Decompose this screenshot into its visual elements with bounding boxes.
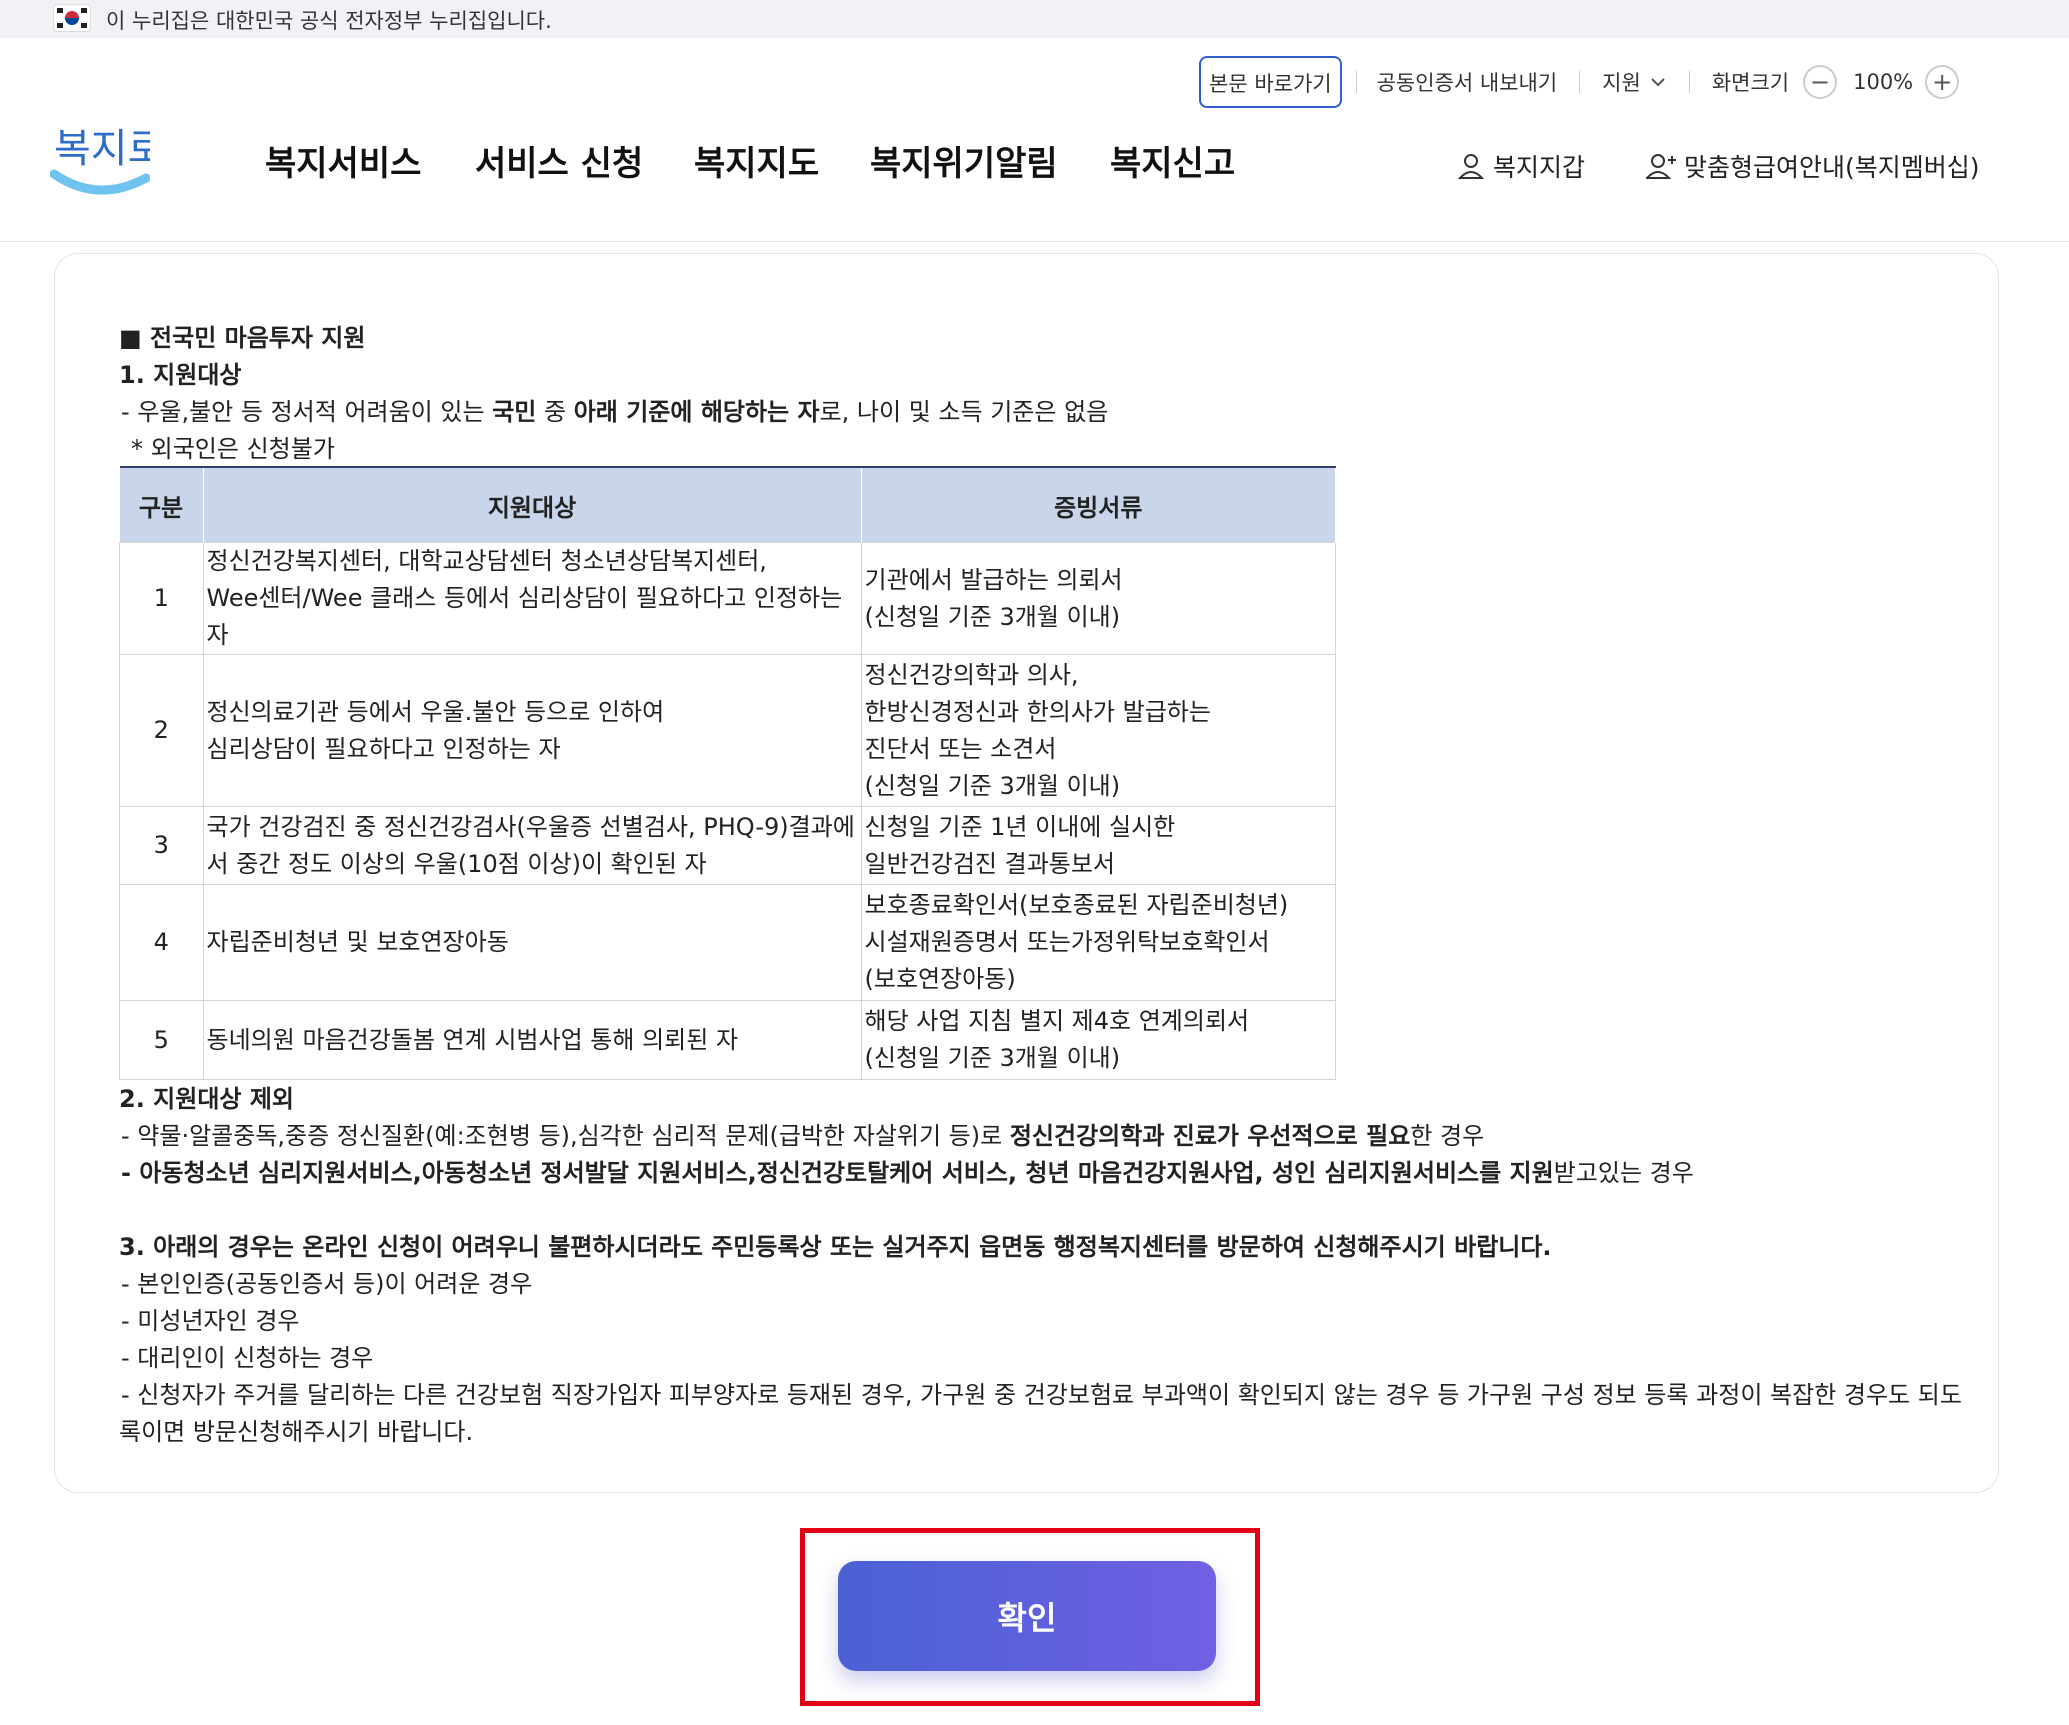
- s3-title: 3. 아래의 경우는 온라인 신청이 어려우니 불편하시더라도 주민등록상 또는…: [119, 1233, 1552, 1261]
- confirm-button[interactable]: 확인: [838, 1561, 1216, 1671]
- section-title: ■ 전국민 마음투자 지원: [119, 324, 366, 352]
- nav-welfare-service[interactable]: 복지서비스: [265, 136, 421, 185]
- gov-banner-text: 이 누리집은 대한민국 공식 전자정부 누리집입니다.: [106, 9, 552, 33]
- user-add-icon: [1646, 154, 1676, 179]
- table-header-target: 지원대상: [203, 466, 862, 543]
- zoom-out-button[interactable]: −: [1803, 65, 1838, 99]
- eligibility-table: 구분 지원대상 증빙서류 1 정신건강복지센터, 대학교상담센터 청소년상담복지…: [119, 466, 1336, 1080]
- table-row: 4 자립준비청년 및 보호연장아동 보호종료확인서(보호종료된 자립준비청년) 시…: [119, 884, 1336, 1001]
- bokjiro-logo[interactable]: 복지로: [49, 112, 164, 202]
- s3-item-continued: 록이면 방문신청해주시기 바랍니다.: [119, 1418, 474, 1446]
- header-divider: [0, 241, 2069, 242]
- row-docs: 신청일 기준 1년 이내에 실시한 일반건강검진 결과통보서: [860, 806, 1336, 885]
- utility-bar: 본문 바로가기 공동인증서 내보내기 지원 화면크기 − 100% +: [1199, 54, 1960, 110]
- nav-welfare-map[interactable]: 복지지도: [694, 136, 819, 185]
- chevron-down-icon: [1651, 78, 1665, 87]
- row-docs: 정신건강의학과 의사, 한방신경정신과 한의사가 발급하는 진단서 또는 소견서 (신…: [860, 654, 1336, 807]
- support-label: 지원: [1602, 71, 1641, 95]
- s2-title: 2. 지원대상 제외: [119, 1085, 295, 1113]
- user-icon: [1457, 154, 1485, 179]
- welfare-wallet-link[interactable]: 복지지갑: [1457, 148, 1585, 184]
- s1-note: * 외국인은 신청불가: [131, 435, 335, 463]
- row-target: 정신건강복지센터, 대학교상담센터 청소년상담복지센터, Wee센터/Wee 클래…: [202, 542, 862, 655]
- s1-description: - 우울,불안 등 정서적 어려움이 있는 국민 중 아래 기준에 해당하는 자…: [121, 398, 1109, 426]
- row-target: 자립준비청년 및 보호연장아동: [202, 884, 862, 1001]
- s3-item: - 미성년자인 경우: [121, 1307, 300, 1335]
- gov-banner: 이 누리집은 대한민국 공식 전자정부 누리집입니다.: [0, 0, 2069, 38]
- table-row: 3 국가 건강검진 중 정신건강검사(우울증 선별검사, PHQ-9)결과에 서 …: [119, 806, 1336, 885]
- membership-link[interactable]: 맞춤형급여안내(복지멤버십): [1646, 148, 1980, 184]
- row-target: 정신의료기관 등에서 우울.불안 등으로 인하여 심리상담이 필요하다고 인정하는…: [202, 654, 862, 807]
- table-row: 5 동네의원 마음건강돌봄 연계 시범사업 통해 의뢰된 자 해당 사업 지침 …: [119, 1000, 1336, 1080]
- membership-label: 맞춤형급여안내(복지멤버십): [1684, 153, 1980, 182]
- svg-text:복지로: 복지로: [54, 127, 150, 171]
- row-number: 5: [119, 1000, 204, 1080]
- row-number: 1: [119, 542, 204, 655]
- welfare-wallet-label: 복지지갑: [1493, 153, 1586, 182]
- nav-welfare-report[interactable]: 복지신고: [1110, 136, 1235, 185]
- table-header-category: 구분: [119, 466, 204, 543]
- row-docs: 보호종료확인서(보호종료된 자립준비청년) 시설재원증명서 또는가정위탁보호확인서…: [860, 884, 1336, 1001]
- s3-item: - 대리인이 신청하는 경우: [121, 1344, 374, 1372]
- s3-item: - 본인인증(공동인증서 등)이 어려운 경우: [121, 1270, 533, 1298]
- table-row: 1 정신건강복지센터, 대학교상담센터 청소년상담복지센터, Wee센터/Wee …: [119, 542, 1336, 655]
- row-number: 4: [119, 884, 204, 1001]
- cert-export-link[interactable]: 공동인증서 내보내기: [1377, 67, 1558, 97]
- row-target: 국가 건강검진 중 정신건강검사(우울증 선별검사, PHQ-9)결과에 서 중간…: [202, 806, 862, 885]
- row-docs: 기관에서 발급하는 의뢰서 (신청일 기준 3개월 이내): [860, 542, 1336, 655]
- zoom-level: 100%: [1853, 70, 1914, 94]
- nav-service-apply[interactable]: 서비스 신청: [475, 136, 643, 185]
- row-number: 2: [119, 654, 204, 807]
- table-row: 2 정신의료기관 등에서 우울.불안 등으로 인하여 심리상담이 필요하다고 인정…: [119, 654, 1336, 807]
- screen-size-label: 화면크기: [1711, 71, 1790, 95]
- korea-flag-icon: [54, 5, 90, 31]
- row-target: 동네의원 마음건강돌봄 연계 시범사업 통해 의뢰된 자: [202, 1000, 862, 1080]
- s2-line-1: - 약물·알콜중독,중증 정신질환(예:조현병 등),심각한 심리적 문제(급박…: [121, 1122, 1485, 1150]
- support-dropdown[interactable]: 지원: [1602, 67, 1667, 97]
- s3-item: - 신청자가 주거를 달리하는 다른 건강보험 직장가입자 피부양자로 등재된 …: [121, 1381, 1962, 1409]
- logo-mark: 복지로: [49, 127, 164, 195]
- s1-title: 1. 지원대상: [119, 361, 242, 389]
- row-number: 3: [119, 806, 204, 885]
- nav-crisis-alert[interactable]: 복지위기알림: [870, 136, 1058, 185]
- table-header-docs: 증빙서류: [861, 466, 1336, 543]
- row-docs: 해당 사업 지침 별지 제4호 연계의뢰서 (신청일 기준 3개월 이내): [860, 1000, 1336, 1080]
- zoom-in-button[interactable]: +: [1925, 65, 1960, 99]
- skip-to-content-link[interactable]: 본문 바로가기: [1199, 56, 1342, 108]
- s2-line-2: - 아동청소년 심리지원서비스,아동청소년 정서발달 지원서비스,정신건강토탈케…: [121, 1159, 1694, 1187]
